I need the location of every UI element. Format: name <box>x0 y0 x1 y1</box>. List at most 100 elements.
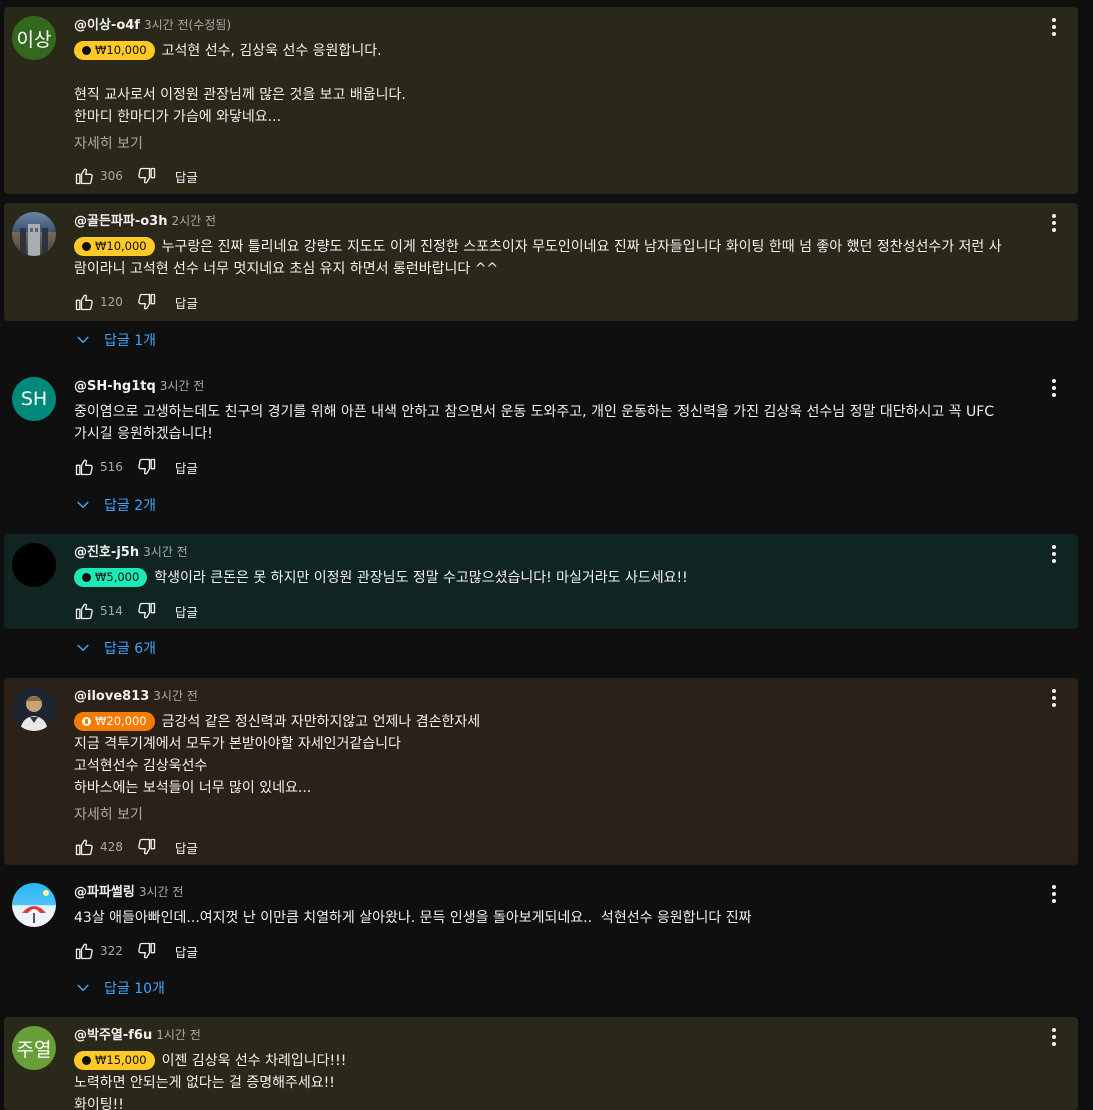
comment-text-line: 누구랑은 진짜 틀리네요 강량도 지도도 이게 진정한 스포츠이자 무도인이네요… <box>161 239 1002 255</box>
comment-actions: 306 답글 <box>74 166 198 186</box>
comment-text-line: 하바스에는 보석들이 너무 많이 있네요... <box>74 780 312 796</box>
comment-body: 중이염으로 고생하는데도 친구의 경기를 위해 아픈 내색 안하고 참으면서 운… <box>74 401 1066 445</box>
reply-button[interactable]: 답글 <box>175 942 198 961</box>
comment-card: @골든파파-o3h 2시간 전 ₩10,000 누구랑은 진짜 틀리네요 강량도 지… <box>4 203 1078 321</box>
more-actions-icon[interactable] <box>1044 213 1064 233</box>
thumbs-down-icon[interactable] <box>137 941 157 961</box>
view-replies-button[interactable]: 답글 2개 <box>74 493 156 517</box>
reply-button[interactable]: 답글 <box>175 602 198 621</box>
comment-text-line: 화이팅!! <box>74 1097 124 1110</box>
super-thanks-chip: ₩10,000 <box>74 236 155 256</box>
more-actions-icon[interactable] <box>1044 17 1064 37</box>
comment-text-line: 중이염으로 고생하는데도 친구의 경기를 위해 아픈 내색 안하고 참으면서 운… <box>74 404 995 420</box>
super-thanks-chip: ₩15,000 <box>74 1050 155 1070</box>
replies-count: 답글 2개 <box>104 498 156 514</box>
more-actions-icon[interactable] <box>1044 544 1064 564</box>
reply-button[interactable]: 답글 <box>175 167 198 186</box>
comment-body: ₩5,000 학생이라 큰돈은 못 하지만 이정원 관장님도 정말 수고많으셨습니… <box>74 567 1066 589</box>
comment-time[interactable]: 3시간 전 <box>139 885 184 899</box>
comment-body: ₩10,000 누구랑은 진짜 틀리네요 강량도 지도도 이게 진정한 스포츠이자… <box>74 236 1066 280</box>
comment-actions: 428 답글 <box>74 837 198 857</box>
thumbs-up-icon[interactable] <box>74 601 94 621</box>
comment-body: ₩20,000 금강석 같은 정신력과 자만하지않고 언제나 겸손한자세 지금 격… <box>74 711 1066 799</box>
super-thanks-chip: ₩10,000 <box>74 40 155 60</box>
author-name[interactable]: @ilove813 <box>74 689 149 704</box>
thumbs-up-icon[interactable] <box>74 457 94 477</box>
super-thanks-icon <box>82 572 91 582</box>
like-count: 428 <box>100 840 123 854</box>
author-name[interactable]: @골든파파-o3h <box>74 214 167 229</box>
like-count: 516 <box>100 460 123 474</box>
thumbs-down-icon[interactable] <box>137 601 157 621</box>
author-name[interactable]: @이상-o4f <box>74 18 140 33</box>
comment-text-line: 고석현 선수, 김상욱 선수 응원합니다. <box>161 43 382 59</box>
comment-text-line: 학생이라 큰돈은 못 하지만 이정원 관장님도 정말 수고많으셨습니다! 마실거… <box>154 570 688 586</box>
author-name[interactable]: @박주열-f6u <box>74 1028 152 1043</box>
more-actions-icon[interactable] <box>1044 378 1064 398</box>
comment-card: @ilove813 3시간 전 ₩20,000 금강석 같은 정신력과 자만하지않고… <box>4 678 1078 865</box>
super-thanks-amount: ₩10,000 <box>95 239 147 253</box>
reply-button[interactable]: 답글 <box>175 458 198 477</box>
view-replies-button[interactable]: 답글 1개 <box>74 328 156 352</box>
super-thanks-amount: ₩15,000 <box>95 1053 147 1067</box>
super-thanks-chip: ₩20,000 <box>74 711 155 731</box>
person-photo-icon[interactable] <box>12 687 56 731</box>
thumbs-up-icon[interactable] <box>74 166 94 186</box>
more-actions-icon[interactable] <box>1044 884 1064 904</box>
like-count: 306 <box>100 169 123 183</box>
comment-header: @진호-j5h 3시간 전 <box>74 543 188 562</box>
comment-body: 43살 애들아빠인데...여지껏 난 이만큼 치열하게 살아왔나. 문득 인생을… <box>74 907 1066 929</box>
comment-card: SH @SH-hg1tq 3시간 전 중이염으로 고생하는데도 친구의 경기를 위… <box>4 368 1078 486</box>
comment-header: @박주열-f6u 1시간 전 <box>74 1026 201 1045</box>
comment-body: ₩10,000 고석현 선수, 김상욱 선수 응원합니다. 현직 교사로서 이정원… <box>74 40 1066 128</box>
replies-count: 답글 1개 <box>104 333 156 349</box>
building-photo-icon[interactable] <box>12 212 56 256</box>
like-count: 514 <box>100 604 123 618</box>
super-thanks-amount: ₩10,000 <box>95 43 147 57</box>
comment-time[interactable]: 3시간 전(수정됨) <box>144 18 231 32</box>
avatar[interactable]: 이상 <box>12 16 56 60</box>
comment-time[interactable]: 3시간 전 <box>143 545 188 559</box>
avatar[interactable]: 주열 <box>12 1026 56 1070</box>
author-name[interactable]: @SH-hg1tq <box>74 379 156 394</box>
chevron-down-icon <box>77 644 89 652</box>
thumbs-down-icon[interactable] <box>137 166 157 186</box>
comment-time[interactable]: 3시간 전 <box>160 379 205 393</box>
avatar[interactable]: SH <box>12 377 56 421</box>
super-thanks-icon <box>82 1055 91 1065</box>
read-more-link[interactable]: 자세히 보기 <box>74 133 143 153</box>
author-name[interactable]: @진호-j5h <box>74 545 139 560</box>
super-thanks-icon <box>82 241 91 251</box>
more-actions-icon[interactable] <box>1044 688 1064 708</box>
comment-time[interactable]: 1시간 전 <box>156 1028 201 1042</box>
comment-text-line <box>74 62 1066 84</box>
super-thanks-icon <box>82 716 91 726</box>
reply-button[interactable]: 답글 <box>175 838 198 857</box>
comment-time[interactable]: 2시간 전 <box>171 214 216 228</box>
comment-actions: 514 답글 <box>74 601 198 621</box>
thumbs-down-icon[interactable] <box>137 837 157 857</box>
beach-photo-icon[interactable] <box>12 883 56 927</box>
thumbs-up-icon[interactable] <box>74 292 94 312</box>
super-thanks-amount: ₩20,000 <box>95 714 147 728</box>
comment-time[interactable]: 3시간 전 <box>153 689 198 703</box>
avatar[interactable] <box>12 543 56 587</box>
read-more-link[interactable]: 자세히 보기 <box>74 804 143 824</box>
chevron-down-icon <box>77 501 89 509</box>
author-name[interactable]: @파파썰링 <box>74 885 135 900</box>
comment-actions: 322 답글 <box>74 941 198 961</box>
more-actions-icon[interactable] <box>1044 1027 1064 1047</box>
thumbs-down-icon[interactable] <box>137 292 157 312</box>
reply-button[interactable]: 답글 <box>175 293 198 312</box>
thumbs-down-icon[interactable] <box>137 457 157 477</box>
thumbs-up-icon[interactable] <box>74 837 94 857</box>
comment-text-line: 43살 애들아빠인데...여지껏 난 이만큼 치열하게 살아왔나. 문득 인생을… <box>74 910 752 926</box>
comment-text-line: 현직 교사로서 이정원 관장님께 많은 것을 보고 배웁니다. <box>74 87 406 103</box>
comment-text-line: 노력하면 안되는게 없다는 걸 증명해주세요!! <box>74 1075 335 1091</box>
view-replies-button[interactable]: 답글 10개 <box>74 976 165 1000</box>
like-count: 120 <box>100 295 123 309</box>
thumbs-up-icon[interactable] <box>74 941 94 961</box>
avatar-initials: SH <box>20 388 48 410</box>
view-replies-button[interactable]: 답글 6개 <box>74 636 156 660</box>
chevron-down-icon <box>77 984 89 992</box>
